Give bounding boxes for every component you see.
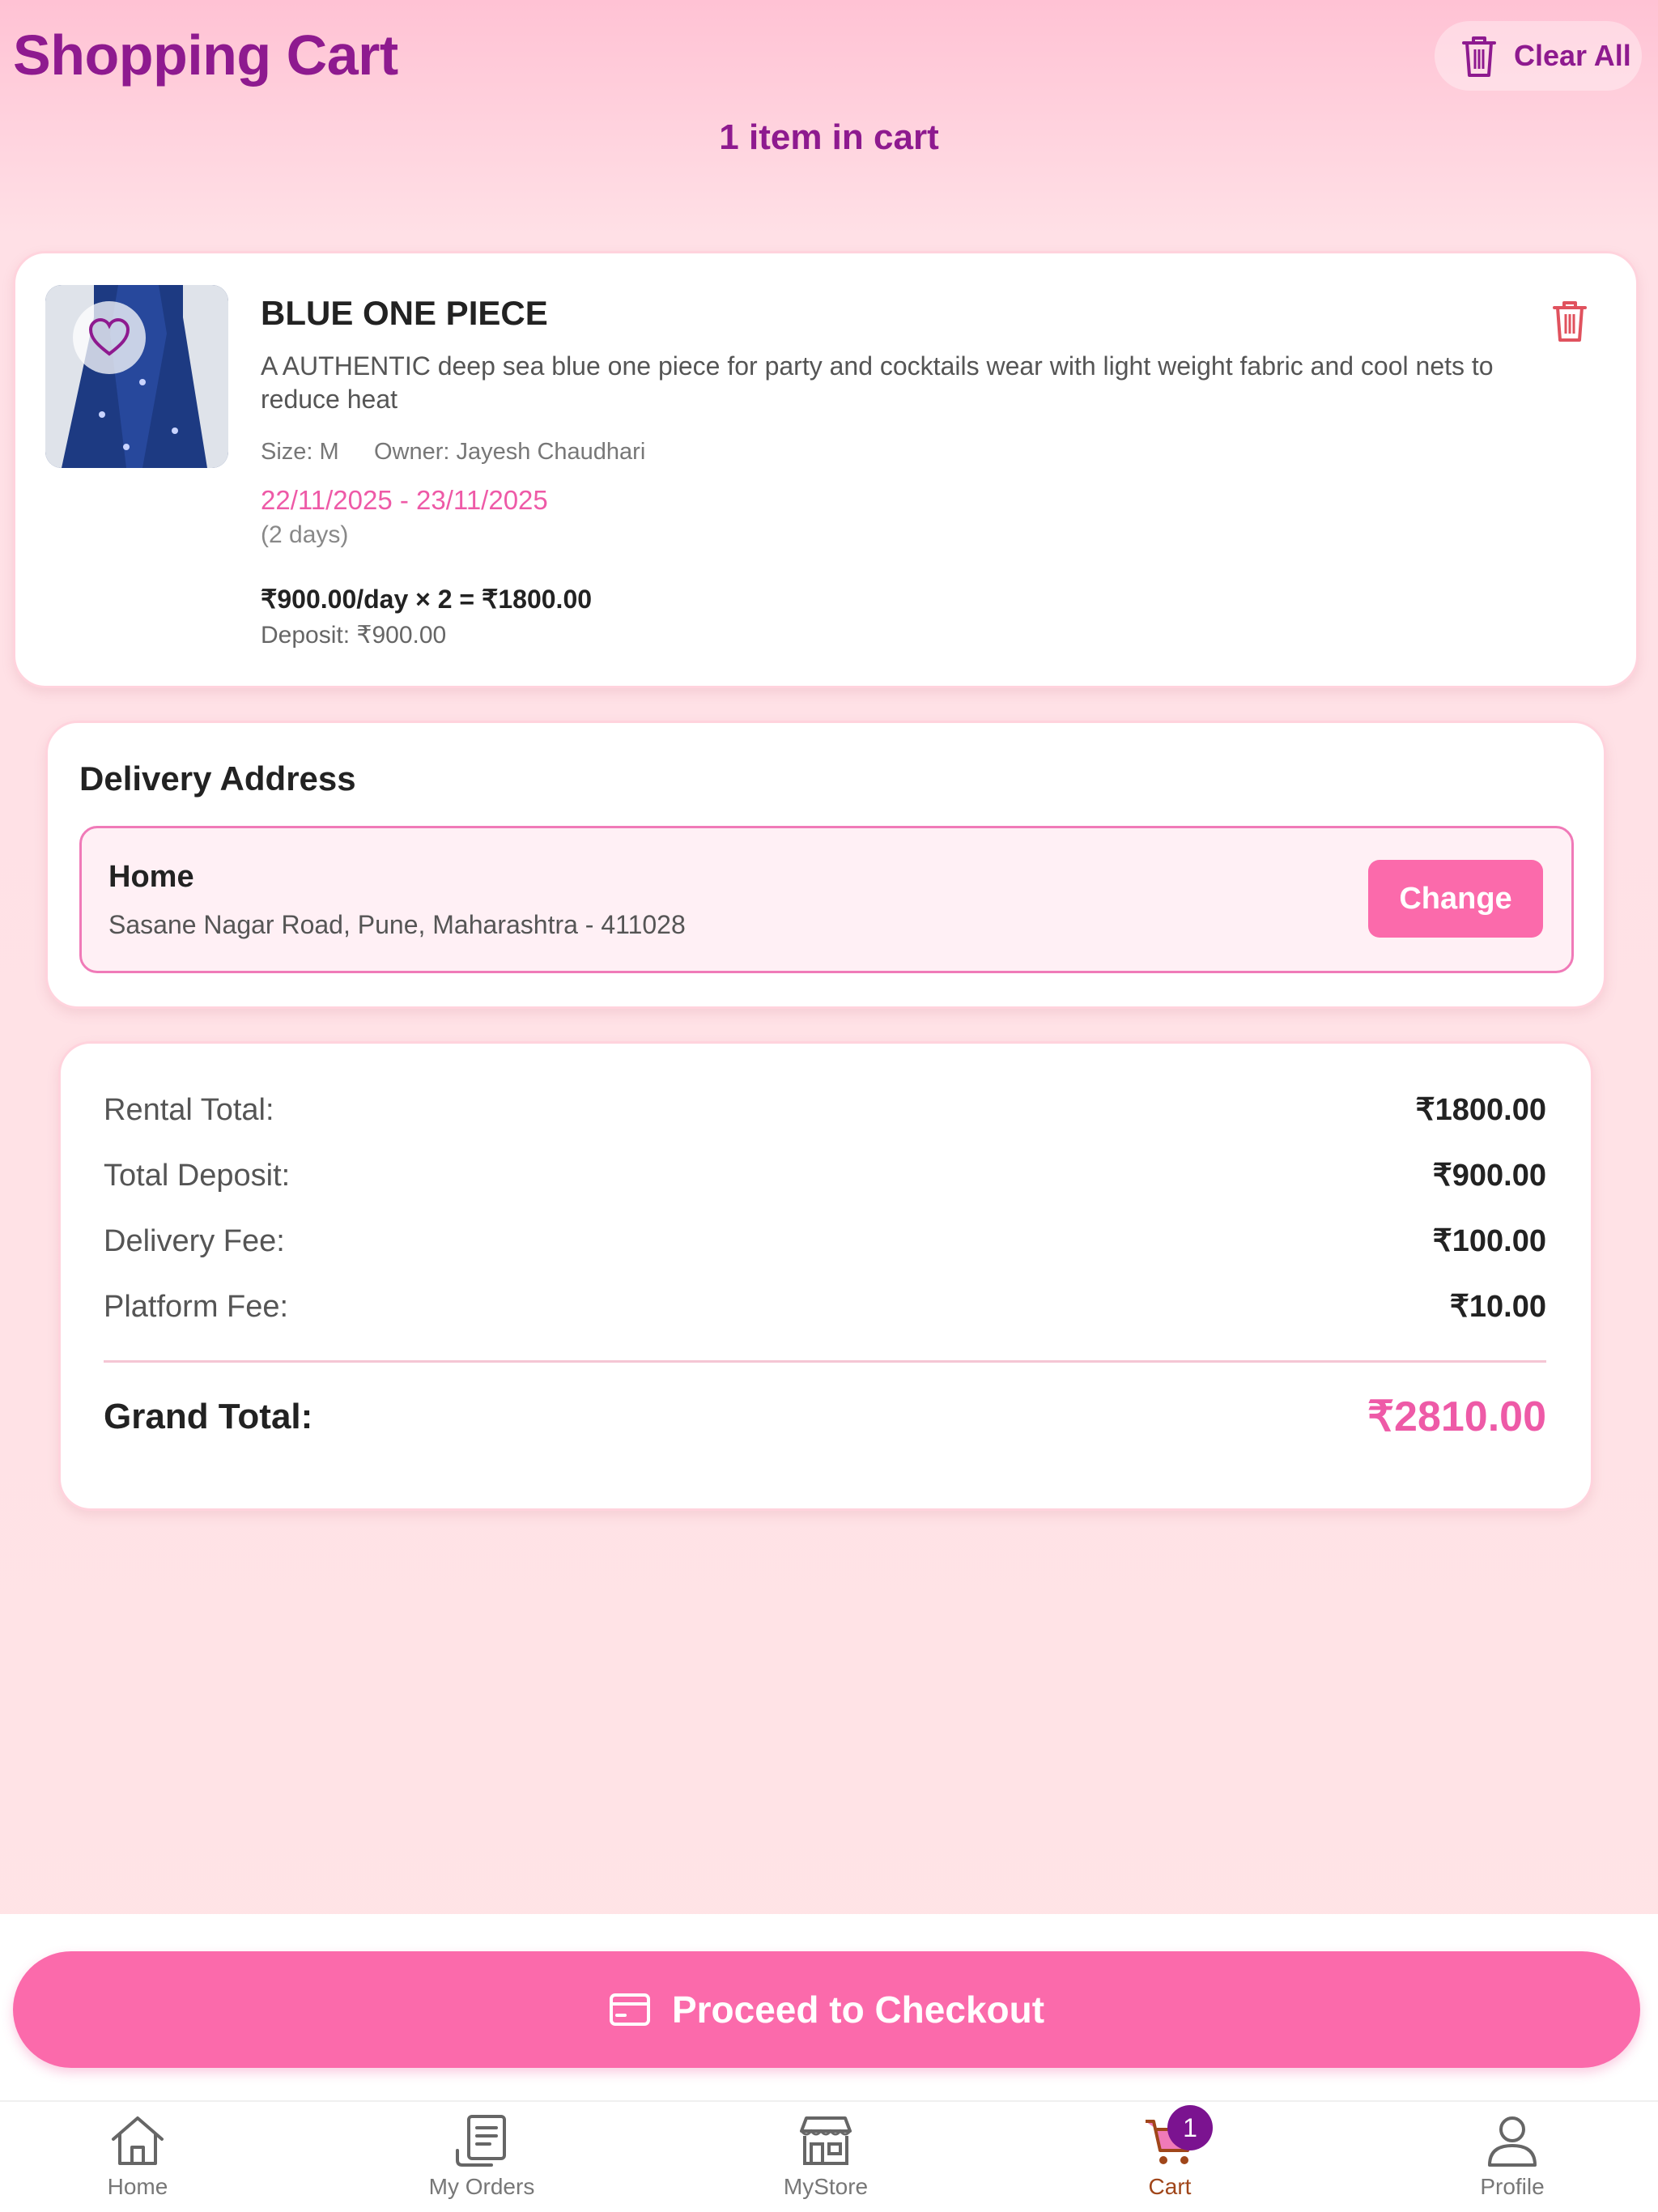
checkout-label: Proceed to Checkout [671,1989,1045,2031]
nav-label: Cart [1148,2174,1192,2199]
proceed-to-checkout-button[interactable]: Proceed to Checkout [13,1951,1640,2068]
remove-item-icon[interactable] [1550,298,1590,343]
nav-item-profile[interactable]: Profile [1391,2113,1634,2201]
rental-dates: 22/11/2025 - 23/11/2025 [261,485,548,515]
selected-address [79,826,1574,973]
nav-item-mystore[interactable]: MyStore [704,2113,947,2201]
product-name: BLUE ONE PIECE [261,294,548,332]
wishlist-button[interactable] [73,301,146,374]
product-description: A AUTHENTIC deep sea blue one piece for … [261,351,1494,414]
address-line: Sasane Nagar Road, Pune, Maharashtra - 4… [108,910,686,939]
heart-icon [88,318,130,356]
home-icon [112,2116,164,2165]
clear-all-button[interactable]: Clear All [1435,21,1642,91]
credit-card-icon [609,1993,650,2026]
summary-row-delivery-fee: Delivery Fee: ₹100.00 [104,1222,1546,1261]
product-size: Size: M [261,439,339,465]
summary-label: Rental Total: [104,1093,274,1127]
nav-label: Profile [1480,2174,1545,2199]
product-image[interactable] [45,285,228,468]
product-owner: Owner: Jayesh Chaudhari [374,439,646,465]
summary-divider [104,1360,1546,1363]
summary-value: ₹100.00 [1432,1224,1546,1258]
page-title: Shopping Cart [13,23,398,87]
summary-value: ₹10.00 [1449,1290,1546,1324]
grand-total-value: ₹2810.00 [1367,1393,1546,1440]
cart-item-count: 1 item in cart [719,117,939,157]
item-deposit: Deposit: ₹900.00 [261,622,447,649]
delivery-address-title: Delivery Address [79,759,356,798]
store-icon [800,2116,852,2165]
summary-row-total-deposit: Total Deposit: ₹900.00 [104,1156,1546,1195]
summary-value: ₹1800.00 [1415,1093,1546,1127]
nav-item-my-orders[interactable]: My Orders [360,2113,603,2201]
profile-icon [1488,2116,1537,2167]
change-address-button[interactable]: Change [1368,860,1543,938]
clear-all-label: Clear All [1514,39,1631,72]
nav-label: MyStore [783,2174,869,2199]
nav-label: Home [107,2174,168,2199]
price-calculation: ₹900.00/day × 2 = ₹1800.00 [261,585,593,614]
trash-icon [1462,36,1496,77]
nav-label: My Orders [428,2174,535,2199]
nav-divider [0,2100,1658,2102]
grand-total-label: Grand Total: [104,1397,313,1436]
summary-row-rental-total: Rental Total: ₹1800.00 [104,1091,1546,1129]
summary-row-platform-fee: Platform Fee: ₹10.00 [104,1287,1546,1326]
summary-label: Total Deposit: [104,1159,291,1193]
orders-icon [456,2115,506,2167]
summary-value: ₹900.00 [1432,1159,1546,1193]
cart-badge: 1 [1167,2105,1213,2150]
rental-duration: (2 days) [261,521,349,548]
address-label: Home [108,860,194,894]
summary-label: Delivery Fee: [104,1224,285,1258]
nav-item-home[interactable]: Home [16,2113,259,2201]
summary-label: Platform Fee: [104,1290,289,1324]
cart-item-card [13,251,1639,688]
grand-total-row: Grand Total: ₹2810.00 [104,1393,1546,1441]
